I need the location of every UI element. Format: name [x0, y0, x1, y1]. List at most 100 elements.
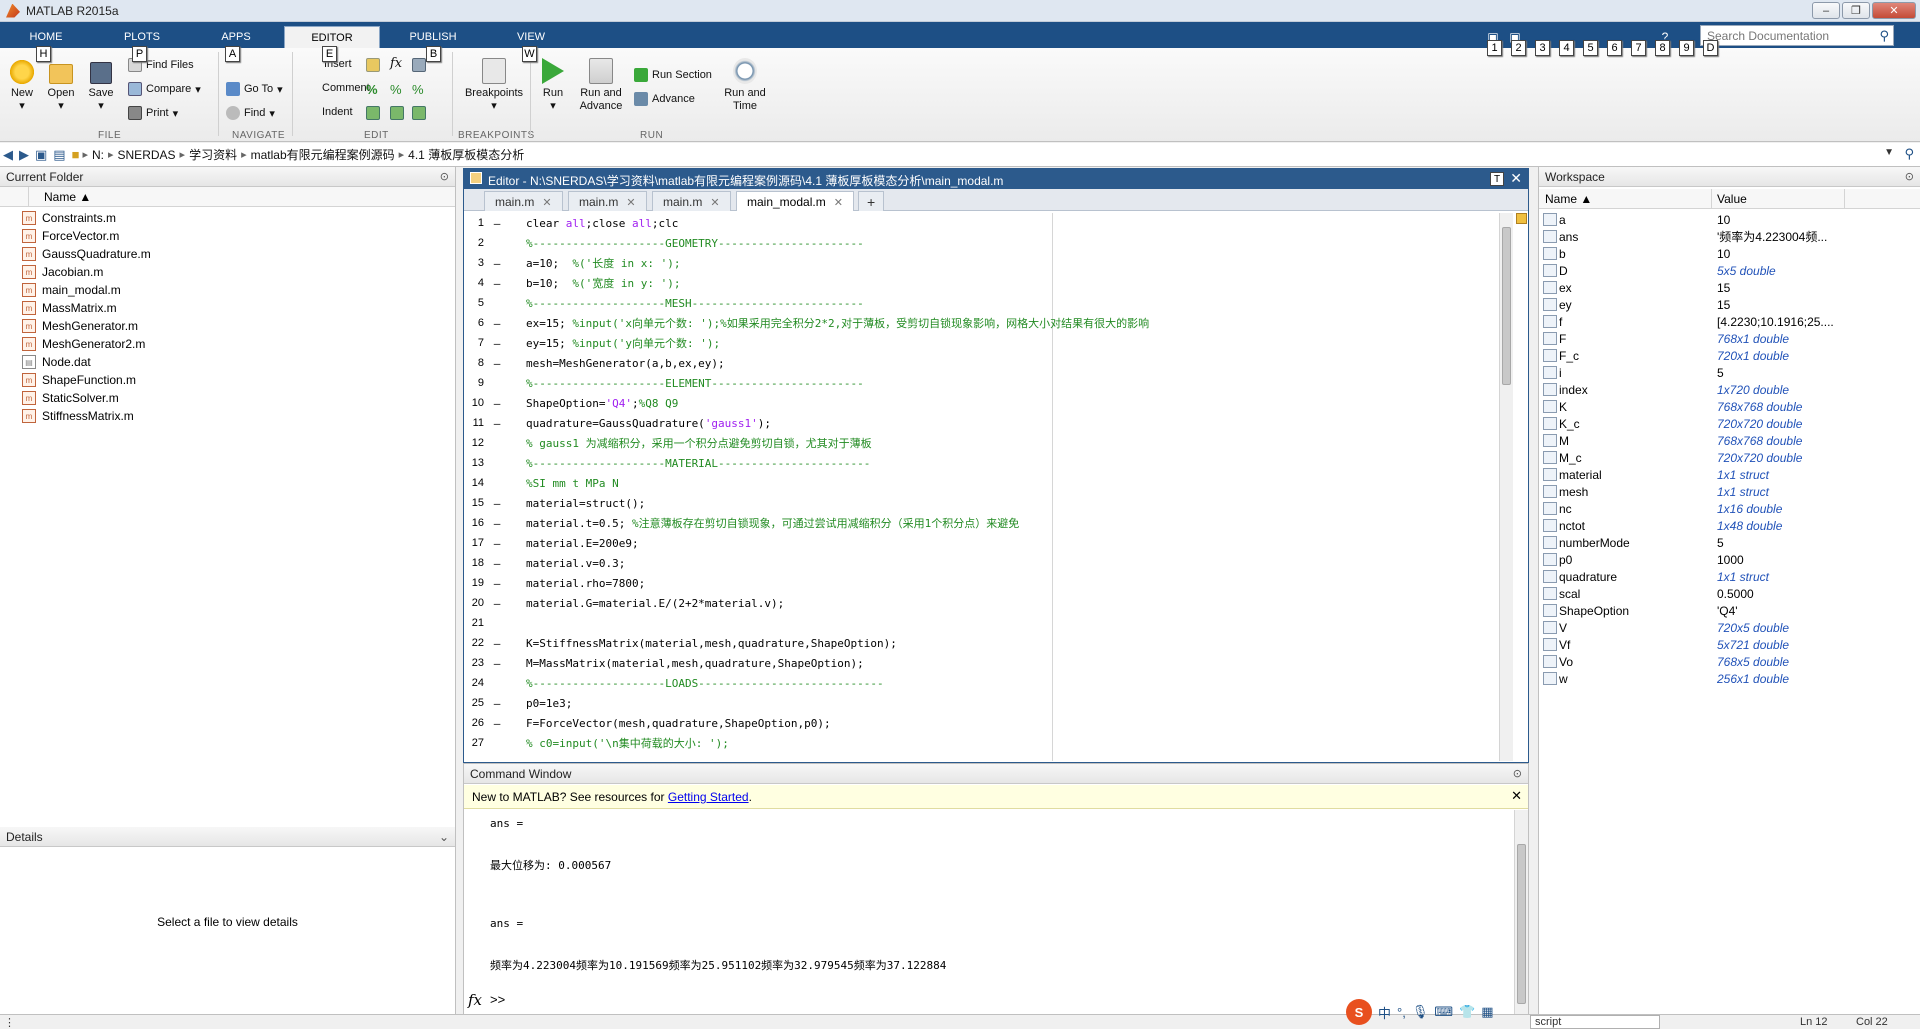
variable-value[interactable]: 720x720 double	[1717, 417, 1802, 431]
insert-function-button[interactable]: fx	[390, 56, 402, 71]
editor-scrollbar[interactable]	[1499, 213, 1513, 761]
ime-punctuation[interactable]: °,	[1397, 1005, 1406, 1020]
list-item[interactable]: m MassMatrix.m	[22, 301, 117, 315]
tab-apps[interactable]: APPS	[196, 26, 276, 48]
smart-indent-icon[interactable]	[366, 106, 380, 120]
breakpoint-marker[interactable]: —	[484, 657, 510, 670]
variable-value[interactable]: [4.2230;10.1916;25....	[1717, 315, 1834, 329]
line-number[interactable]: 21	[464, 617, 484, 629]
line-number[interactable]: 3	[464, 257, 484, 269]
search-icon[interactable]: ⚲	[1879, 28, 1889, 44]
list-item[interactable]: m GaussQuadrature.m	[22, 247, 151, 261]
line-number[interactable]: 13	[464, 457, 484, 469]
workspace-variable-row[interactable]: ans '频率为4.223004频...	[1539, 228, 1920, 245]
workspace-variable-row[interactable]: Vf 5x721 double	[1539, 636, 1920, 653]
workspace-column-header[interactable]: Name ▲ Value	[1539, 189, 1920, 209]
function-browser-icon[interactable]: fx	[468, 991, 482, 1009]
line-number[interactable]: 11	[464, 417, 484, 429]
comment-percent-icon[interactable]: %	[366, 82, 378, 97]
workspace-variable-row[interactable]: V 720x5 double	[1539, 619, 1920, 636]
scrollbar-thumb[interactable]	[1517, 844, 1526, 1004]
workspace-variable-row[interactable]: b 10	[1539, 245, 1920, 262]
compare-button[interactable]: Compare ▾	[128, 82, 201, 96]
breakpoint-marker[interactable]: —	[484, 717, 510, 730]
tab-publish[interactable]: PUBLISH	[388, 26, 478, 48]
decrease-indent-icon[interactable]	[390, 106, 404, 120]
workspace-variable-row[interactable]: D 5x5 double	[1539, 262, 1920, 279]
breakpoint-marker[interactable]: —	[484, 597, 510, 610]
list-item[interactable]: m Constraints.m	[22, 211, 116, 225]
variable-name[interactable]: nc	[1559, 502, 1572, 516]
variable-name[interactable]: p0	[1559, 553, 1572, 567]
column-header[interactable]: Name ▲	[0, 187, 455, 207]
code-analyzer-warning-icon[interactable]	[1516, 213, 1527, 224]
tab-home[interactable]: HOME	[8, 26, 84, 48]
variable-value[interactable]: 'Q4'	[1717, 604, 1738, 618]
search-documentation-input[interactable]: Search Documentation ⚲	[1700, 25, 1894, 46]
code-line[interactable]: 16— material.t=0.5; %注意薄板存在剪切自锁现象，可通过尝试用减…	[464, 513, 1019, 533]
code-line[interactable]: 5 %--------------------MESH--------------…	[464, 293, 864, 313]
variable-name[interactable]: quadrature	[1559, 570, 1617, 584]
scrollbar-thumb[interactable]	[1502, 227, 1511, 385]
workspace-variable-row[interactable]: numberMode 5	[1539, 534, 1920, 551]
code-line[interactable]: 20— material.G=material.E/(2+2*material.v…	[464, 593, 785, 613]
variable-value[interactable]: 1x1 struct	[1717, 485, 1769, 499]
line-number[interactable]: 23	[464, 657, 484, 669]
code-area[interactable]: 1— clear all;close all;clc 2 %-------------…	[464, 213, 1504, 761]
variable-name[interactable]: Vf	[1559, 638, 1570, 652]
line-number[interactable]: 20	[464, 597, 484, 609]
workspace-variable-row[interactable]: mesh 1x1 struct	[1539, 483, 1920, 500]
workspace-variable-row[interactable]: nctot 1x48 double	[1539, 517, 1920, 534]
code-text[interactable]: material.v=0.3;	[510, 557, 625, 570]
toolbox-icon[interactable]: ▦	[1481, 1004, 1493, 1020]
breakpoint-marker[interactable]: —	[484, 357, 510, 370]
code-line[interactable]: 19— material.rho=7800;	[464, 573, 645, 593]
tab-editor[interactable]: EDITOR	[284, 26, 380, 48]
code-text[interactable]: ShapeOption='Q4';%Q8 Q9	[510, 397, 678, 410]
list-item[interactable]: ▤ Node.dat	[22, 355, 91, 369]
open-button[interactable]: Open ▾	[46, 60, 76, 113]
variable-name[interactable]: w	[1559, 672, 1568, 686]
code-text[interactable]: M=MassMatrix(material,mesh,quadrature,Sh…	[510, 657, 864, 670]
line-number[interactable]: 12	[464, 437, 484, 449]
variable-value[interactable]: 768x768 double	[1717, 434, 1802, 448]
breakpoint-marker[interactable]: —	[484, 517, 510, 530]
tab-plots[interactable]: PLOTS	[100, 26, 184, 48]
code-line[interactable]: 14 %SI mm t MPa N	[464, 473, 619, 493]
variable-value[interactable]: 1x720 double	[1717, 383, 1789, 397]
breakpoint-marker[interactable]: —	[484, 397, 510, 410]
code-text[interactable]: clear all;close all;clc	[510, 217, 678, 230]
line-number[interactable]: 26	[464, 717, 484, 729]
back-icon[interactable]: ◀	[3, 147, 13, 163]
close-tab-icon[interactable]: ✕	[710, 197, 719, 209]
code-text[interactable]: a=10; %('长度 in x: ');	[510, 255, 680, 271]
browse-folder-icon[interactable]: ▤	[53, 147, 65, 163]
variable-name[interactable]: F	[1559, 332, 1566, 346]
command-window-scrollbar[interactable]	[1514, 810, 1528, 1014]
editor-tab[interactable]: main.m ✕	[652, 191, 731, 211]
code-line[interactable]: 12 % gauss1 为减缩积分，采用一个积分点避免剪切自锁，尤其对于薄板	[464, 433, 872, 453]
panel-menu-icon[interactable]: ⊙	[440, 170, 449, 183]
code-line[interactable]: 22— K=StiffnessMatrix(material,mesh,quadr…	[464, 633, 897, 653]
insert-code-icon[interactable]	[412, 58, 426, 72]
line-number[interactable]: 24	[464, 677, 484, 689]
list-item[interactable]: m ShapeFunction.m	[22, 373, 136, 387]
code-line[interactable]: 3— a=10; %('长度 in x: ');	[464, 253, 681, 273]
variable-value[interactable]: 768x768 double	[1717, 400, 1802, 414]
code-text[interactable]: % gauss1 为减缩积分，采用一个积分点避免剪切自锁，尤其对于薄板	[510, 435, 872, 451]
workspace-variable-row[interactable]: ey 15	[1539, 296, 1920, 313]
line-number[interactable]: 1	[464, 217, 484, 229]
workspace-variable-row[interactable]: p0 1000	[1539, 551, 1920, 568]
line-number[interactable]: 25	[464, 697, 484, 709]
find-button[interactable]: Find ▾	[226, 106, 275, 120]
variable-name[interactable]: K_c	[1559, 417, 1580, 431]
breakpoint-marker[interactable]: —	[484, 217, 510, 230]
column-name-label[interactable]: Name ▲	[1545, 192, 1592, 206]
close-editor-icon[interactable]: ✕	[1510, 170, 1522, 187]
code-line[interactable]: 25— p0=1e3;	[464, 693, 573, 713]
close-tab-icon[interactable]: ✕	[834, 197, 843, 209]
workspace-variable-row[interactable]: K 768x768 double	[1539, 398, 1920, 415]
code-line[interactable]: 18— material.v=0.3;	[464, 553, 626, 573]
line-number[interactable]: 6	[464, 317, 484, 329]
list-item[interactable]: m MeshGenerator2.m	[22, 337, 145, 351]
